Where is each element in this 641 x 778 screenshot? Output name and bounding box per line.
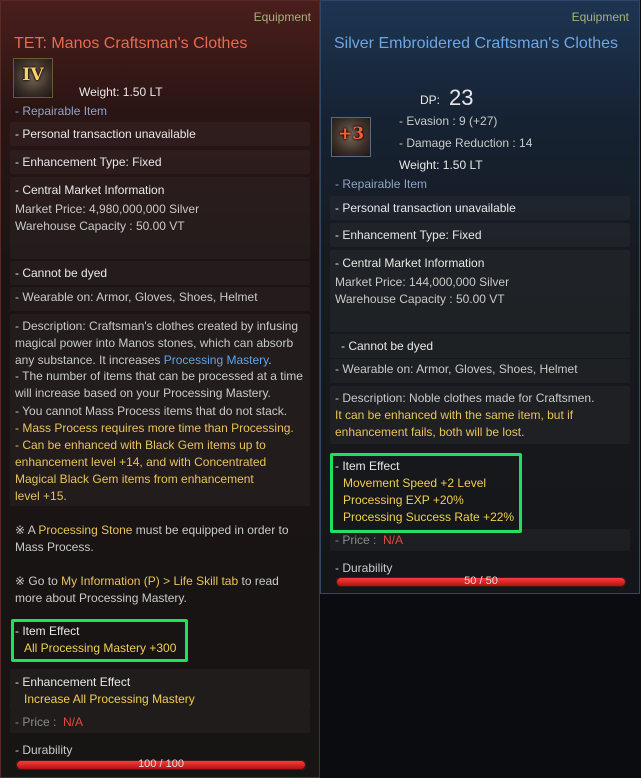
enhancement-effect-header: - Enhancement Effect [15, 675, 131, 689]
description-3: - You cannot Mass Process items that do … [15, 404, 288, 418]
item-effect-line: Processing Success Rate +22% [343, 510, 515, 524]
item-title: Silver Embroidered Craftsman's Clothes [334, 35, 619, 52]
note-text: ※ A [15, 523, 39, 537]
description-4: - Mass Process requires more time than P… [15, 421, 294, 435]
item-title: TET: Manos Craftsman's Clothes [14, 35, 248, 52]
weight-label: Weight: 1.50 LT [79, 85, 163, 99]
evasion-stat: - Evasion : 9 (+27) [399, 114, 498, 128]
note-text: ※ Go to [15, 574, 62, 588]
damage-reduction-stat: - Damage Reduction : 14 [399, 136, 533, 150]
item-icon: +3 [331, 117, 371, 157]
tooltip-manos-clothes: Equipment TET: Manos Craftsman's Clothes… [0, 0, 320, 778]
processing-mastery-link[interactable]: Processing Mastery [164, 353, 268, 367]
note-life-skill: ※ Go to My Information (P) > Life Skill … [15, 573, 307, 607]
warehouse-capacity: Warehouse Capacity : 50.00 VT [15, 219, 185, 233]
category-label: Equipment [253, 10, 311, 24]
transaction-label: - Personal transaction unavailable [335, 201, 516, 215]
description-5: - Can be enhanced with Black Gem items u… [15, 438, 267, 503]
market-header: - Central Market Information [335, 256, 485, 270]
dp-label: DP: [420, 93, 441, 107]
durability-label: - Durability [15, 743, 73, 757]
cannot-dye-label: - Cannot be dyed [15, 266, 108, 280]
category-label: Equipment [571, 10, 629, 24]
durability-bar: 50 / 50 [336, 575, 626, 587]
cannot-dye-label: - Cannot be dyed [341, 339, 434, 353]
price-label: - Price : [15, 715, 57, 729]
durability-value: 100 / 100 [138, 758, 184, 770]
wearable-label: - Wearable on: Armor, Gloves, Shoes, Hel… [15, 290, 258, 304]
transaction-label: - Personal transaction unavailable [15, 127, 196, 141]
market-price: Market Price: 144,000,000 Silver [335, 275, 510, 289]
item-effect-header: - Item Effect [15, 624, 80, 638]
wearable-label: - Wearable on: Armor, Gloves, Shoes, Hel… [335, 362, 578, 376]
price-value: N/A [383, 533, 404, 547]
market-header: - Central Market Information [15, 183, 165, 197]
description-end: . [268, 353, 272, 367]
enhancement-level-badge: IV [22, 65, 44, 85]
enhancement-level-badge: +3 [337, 124, 365, 144]
enhancement-type-label: - Enhancement Type: Fixed [15, 155, 162, 169]
item-effect-line: Movement Speed +2 Level [343, 476, 487, 490]
processing-stone-link[interactable]: Processing Stone [38, 523, 132, 537]
durability-bar: 100 / 100 [16, 758, 306, 770]
repairable-label: - Repairable Item [335, 177, 428, 191]
description-1: - Description: Craftsman's clothes creat… [15, 318, 307, 369]
dp-value: 23 [449, 85, 474, 110]
item-effect-header: - Item Effect [335, 459, 400, 473]
warehouse-capacity: Warehouse Capacity : 50.00 VT [335, 292, 505, 306]
price-label: - Price : [335, 533, 377, 547]
repairable-label: - Repairable Item [15, 104, 108, 118]
durability-value: 50 / 50 [464, 575, 498, 587]
note-processing-stone: ※ A Processing Stone must be equipped in… [15, 522, 307, 556]
price-value: N/A [63, 715, 84, 729]
item-effect-line: All Processing Mastery +300 [24, 641, 177, 655]
description-2: - The number of items that can be proces… [15, 369, 303, 400]
tooltip-silver-embroidered-clothes: Equipment Silver Embroidered Craftsman's… [320, 0, 640, 594]
market-price: Market Price: 4,980,000,000 Silver [15, 202, 200, 216]
life-skill-tab-link[interactable]: My Information (P) > Life Skill tab [61, 574, 238, 588]
item-effect-line: Processing EXP +20% [343, 493, 464, 507]
enhancement-effect-line: Increase All Processing Mastery [24, 692, 195, 706]
enhancement-type-label: - Enhancement Type: Fixed [335, 228, 482, 242]
description-2: It can be enhanced with the same item, b… [335, 408, 574, 439]
durability-label: - Durability [335, 561, 393, 575]
description-1: - Description: Noble clothes made for Cr… [335, 391, 595, 405]
weight-label: Weight: 1.50 LT [399, 158, 483, 172]
item-icon: IV [13, 58, 53, 98]
